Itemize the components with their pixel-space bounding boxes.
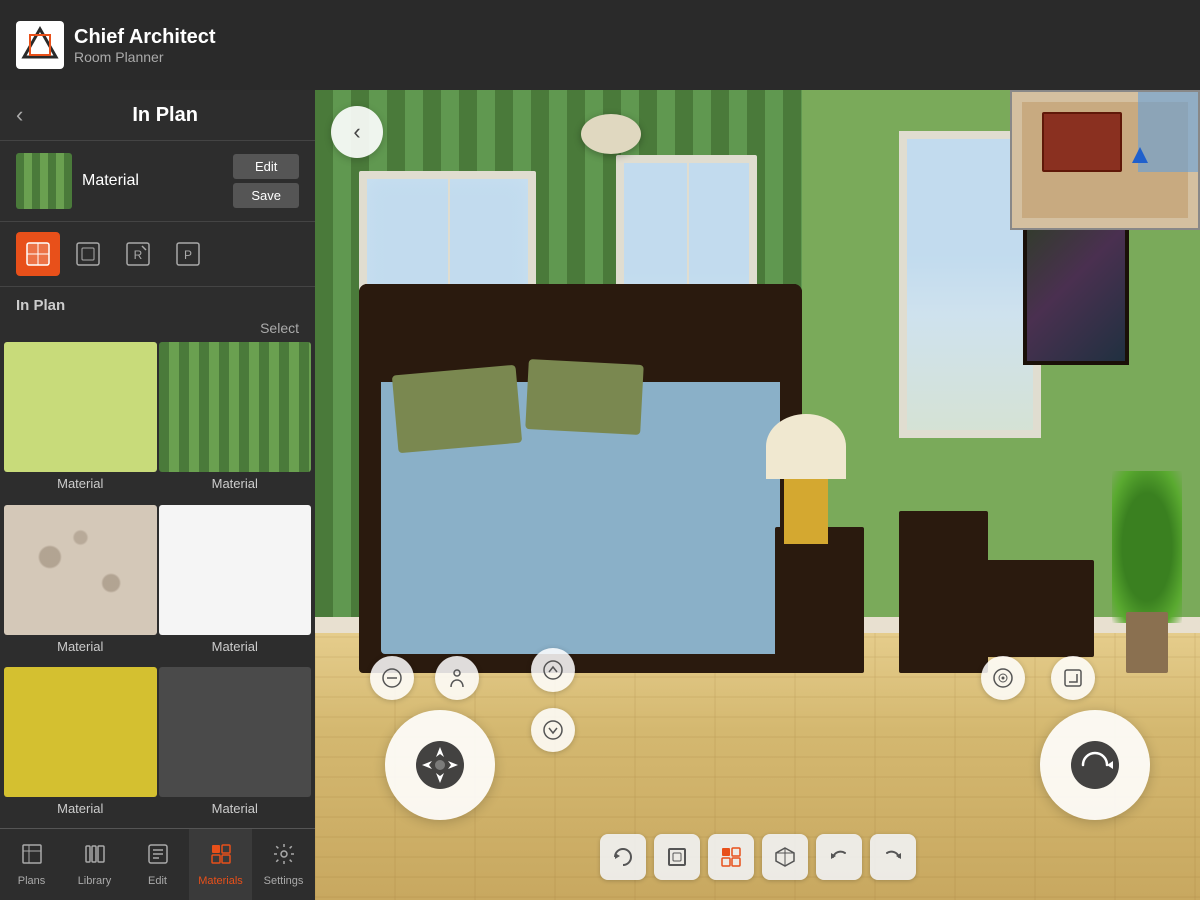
- person-view-button[interactable]: [435, 656, 479, 700]
- bed-pillow1: [391, 365, 521, 453]
- zoom-down-button[interactable]: [531, 708, 575, 752]
- undo-3d-button[interactable]: [816, 834, 862, 880]
- plans-icon: [20, 842, 44, 872]
- material-cell-1[interactable]: Material: [4, 342, 157, 503]
- resize-button[interactable]: [1051, 656, 1095, 700]
- nav-label-plans: Plans: [18, 875, 46, 887]
- edit-icon: [146, 842, 170, 872]
- nav-item-edit[interactable]: Edit: [126, 829, 189, 900]
- material-swatch-5: [4, 667, 157, 797]
- material-swatch-3: [4, 505, 157, 635]
- app-logo-icon: [16, 21, 64, 69]
- svg-text:R: R: [134, 248, 143, 262]
- 3d-view: ‹: [315, 90, 1200, 900]
- chair: [899, 511, 988, 673]
- minimap-rug: [1042, 112, 1122, 172]
- settings-icon: [272, 842, 296, 872]
- frame-3d-button[interactable]: [654, 834, 700, 880]
- save-button[interactable]: Save: [233, 183, 299, 208]
- reset-tool-icon[interactable]: R: [116, 232, 160, 276]
- material-name-6: Material: [212, 797, 258, 820]
- main-content: ‹ In Plan Material Edit Save: [0, 90, 1200, 900]
- nav-label-edit: Edit: [148, 875, 167, 887]
- bed: [359, 284, 802, 673]
- in-plan-section-label: In Plan: [0, 287, 315, 320]
- material-name-2: Material: [212, 472, 258, 495]
- select-button[interactable]: Select: [260, 320, 299, 336]
- sidebar-header: ‹ In Plan: [0, 90, 315, 141]
- material-name-5: Material: [57, 797, 103, 820]
- grid-3d-button[interactable]: [708, 834, 754, 880]
- logo-text: Chief Architect Room Planner: [74, 25, 216, 66]
- material-cell-6[interactable]: Material: [159, 667, 312, 828]
- select-row: Select: [0, 320, 315, 342]
- rotate-joystick[interactable]: [1040, 710, 1150, 820]
- nav-item-materials[interactable]: Materials: [189, 829, 252, 900]
- svg-text:P: P: [184, 248, 192, 262]
- material-cell-5[interactable]: Material: [4, 667, 157, 828]
- toolbar-3d: [600, 834, 916, 880]
- nav-label-materials: Materials: [198, 875, 243, 887]
- refresh-3d-button[interactable]: [600, 834, 646, 880]
- edit-save-buttons: Edit Save: [233, 154, 299, 208]
- nightstand: [775, 527, 864, 673]
- zoom-up-button[interactable]: [531, 648, 575, 692]
- nav-item-plans[interactable]: Plans: [0, 829, 63, 900]
- material-swatch-4: [159, 505, 312, 635]
- table-lamp-shade: [766, 414, 846, 479]
- material-swatch-2: [159, 342, 312, 472]
- app-subtitle: Room Planner: [74, 49, 216, 66]
- material-icon-toolbar: R P: [0, 222, 315, 287]
- sidebar: ‹ In Plan Material Edit Save: [0, 90, 315, 900]
- fill-tool-icon[interactable]: [16, 232, 60, 276]
- material-name-1: Material: [57, 472, 103, 495]
- nav-item-settings[interactable]: Settings: [252, 829, 315, 900]
- box-3d-button[interactable]: [762, 834, 808, 880]
- measure-button[interactable]: [370, 656, 414, 700]
- material-swatch-6: [159, 667, 312, 797]
- material-name-4: Material: [212, 635, 258, 658]
- material-grid: Material Material Material Material Mate…: [0, 342, 315, 828]
- edit-button[interactable]: Edit: [233, 154, 299, 179]
- paint-tool-icon[interactable]: P: [166, 232, 210, 276]
- sidebar-title: In Plan: [31, 104, 299, 127]
- top-bar: Chief Architect Room Planner: [0, 0, 1200, 90]
- move-joystick[interactable]: [385, 710, 495, 820]
- nav-label-settings: Settings: [264, 875, 304, 887]
- logo-area: Chief Architect Room Planner: [16, 21, 216, 69]
- library-icon: [83, 842, 107, 872]
- app-name: Chief Architect: [74, 25, 216, 49]
- obj-tool-icon[interactable]: [66, 232, 110, 276]
- plant-pot: [1126, 612, 1168, 673]
- material-preview-area: Material Edit Save: [0, 141, 315, 222]
- material-cell-4[interactable]: Material: [159, 505, 312, 666]
- bottom-nav: Plans Library: [0, 828, 315, 900]
- room-scene: ‹: [315, 90, 1200, 900]
- nav-label-library: Library: [78, 875, 112, 887]
- plant: [1112, 471, 1183, 674]
- 3d-view-back-button[interactable]: ‹: [331, 106, 383, 158]
- bed-pillow2: [526, 359, 645, 435]
- redo-3d-button[interactable]: [870, 834, 916, 880]
- material-swatch-1: [4, 342, 157, 472]
- material-thumbnail: [16, 153, 72, 209]
- nav-item-library[interactable]: Library: [63, 829, 126, 900]
- minimap: [1010, 90, 1200, 230]
- material-cell-3[interactable]: Material: [4, 505, 157, 666]
- sidebar-back-button[interactable]: ‹: [16, 102, 23, 128]
- ceiling-lamp: [581, 114, 641, 154]
- minimap-camera-arrow: [1132, 147, 1148, 163]
- camera-button[interactable]: [981, 656, 1025, 700]
- material-cell-2[interactable]: Material: [159, 342, 312, 503]
- materials-icon: [209, 842, 233, 872]
- plant-leaves: [1112, 471, 1183, 623]
- material-name-3: Material: [57, 635, 103, 658]
- material-label: Material: [82, 172, 223, 190]
